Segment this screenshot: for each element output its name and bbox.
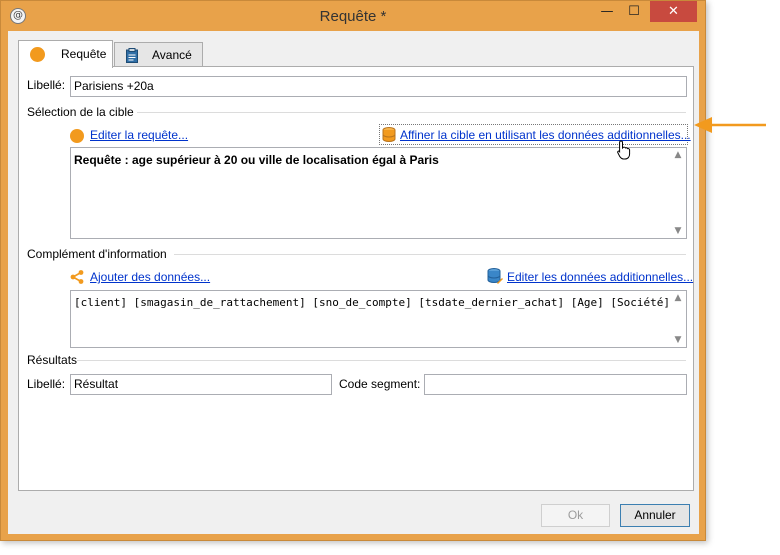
tab-requete-label: Requête: [61, 47, 107, 61]
clipboard-icon: [126, 47, 138, 63]
scroll-down-icon[interactable]: ▼: [671, 335, 685, 345]
database-orange-icon: [382, 127, 396, 142]
separator: [137, 112, 686, 113]
annotation-arrow-icon: [694, 117, 766, 133]
scroll-up-icon[interactable]: ▲: [671, 150, 685, 160]
orange-circle-icon: [70, 129, 84, 143]
code-segment-field[interactable]: [424, 374, 687, 395]
separator: [77, 360, 686, 361]
orange-circle-icon: [30, 47, 45, 62]
refine-link-focus[interactable]: Affiner la cible en utilisant les donnée…: [379, 124, 691, 145]
result-libelle-field[interactable]: Résultat: [70, 374, 332, 395]
minimize-button[interactable]: —: [594, 1, 620, 22]
title-bar[interactable]: @ Requête * — ☐ ✕: [1, 1, 705, 31]
close-button[interactable]: ✕: [650, 1, 697, 22]
edit-additional-data-link[interactable]: Editer les données additionnelles...: [507, 270, 693, 284]
database-edit-icon: [487, 268, 503, 284]
complement-heading: Complément d'information: [27, 247, 167, 261]
additional-fields-text: [client] [smagasin_de_rattachement] [sno…: [74, 296, 671, 309]
tab-avance[interactable]: Avancé: [114, 42, 203, 68]
selection-heading: Sélection de la cible: [27, 105, 134, 119]
hand-cursor-icon: [617, 140, 631, 160]
requete-window: @ Requête * — ☐ ✕ Requête Avancé Libellé…: [0, 0, 706, 541]
tab-avance-label: Avancé: [152, 48, 192, 62]
libelle-label: Libellé:: [27, 78, 66, 92]
refine-target-link[interactable]: Affiner la cible en utilisant les donnée…: [400, 128, 691, 142]
scroll-up-icon[interactable]: ▲: [671, 293, 685, 303]
tab-requete[interactable]: Requête: [18, 40, 113, 68]
add-data-link[interactable]: Ajouter des données...: [90, 270, 210, 284]
separator: [174, 254, 686, 255]
libelle-field[interactable]: Parisiens +20a: [70, 76, 687, 97]
scroll-down-icon[interactable]: ▼: [671, 226, 685, 236]
resultats-heading: Résultats: [27, 353, 78, 367]
code-segment-label: Code segment:: [339, 377, 421, 391]
query-text: Requête : age supérieur à 20 ou ville de…: [74, 153, 439, 167]
cancel-button[interactable]: Annuler: [620, 504, 690, 527]
tab-panel-requete: Libellé: Parisiens +20a Sélection de la …: [18, 66, 694, 491]
edit-query-link[interactable]: Editer la requête...: [90, 128, 188, 142]
query-textarea[interactable]: Requête : age supérieur à 20 ou ville de…: [70, 147, 687, 239]
share-icon: [70, 270, 84, 284]
result-libelle-label: Libellé:: [27, 377, 66, 391]
ok-button[interactable]: Ok: [541, 504, 610, 527]
dialog-client-area: Requête Avancé Libellé: Parisiens +20a S…: [8, 31, 699, 534]
additional-fields-textarea[interactable]: [client] [smagasin_de_rattachement] [sno…: [70, 290, 687, 348]
maximize-button[interactable]: ☐: [621, 1, 647, 22]
